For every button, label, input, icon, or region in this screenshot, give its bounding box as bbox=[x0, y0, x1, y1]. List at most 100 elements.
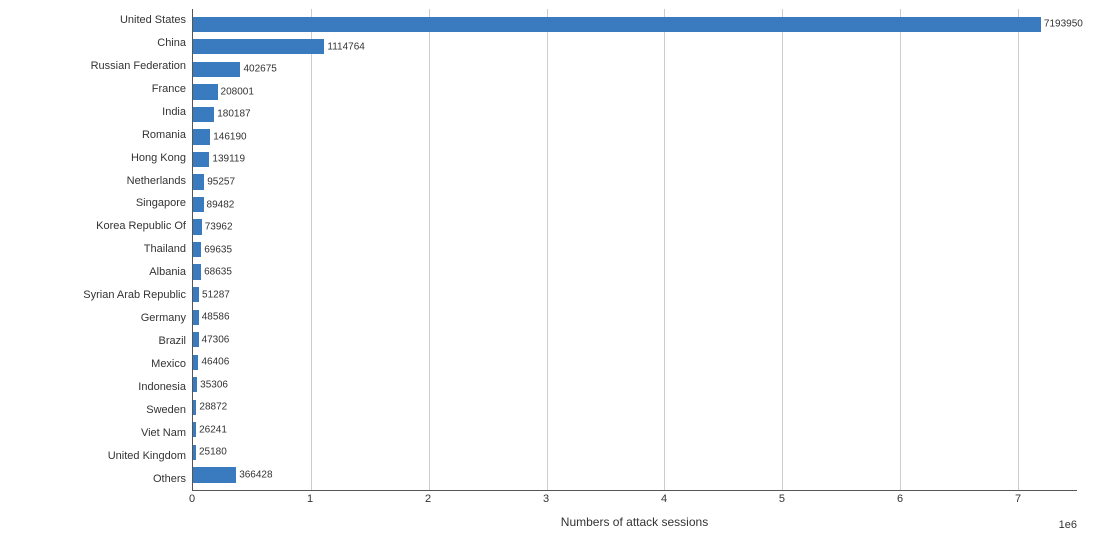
y-label: Viet Nam bbox=[141, 428, 186, 439]
bar: 46406 bbox=[193, 355, 198, 370]
bar-row: 146190 bbox=[193, 126, 1077, 149]
y-label: Mexico bbox=[151, 359, 186, 370]
bar-value-label: 25180 bbox=[199, 447, 227, 458]
x-tick-label: 5 bbox=[779, 493, 785, 505]
bar-row: 26241 bbox=[193, 419, 1077, 442]
bar: 1114764 bbox=[193, 39, 324, 54]
bar-value-label: 51287 bbox=[202, 289, 230, 300]
bar-value-label: 47306 bbox=[202, 334, 230, 345]
bar-row: 402675 bbox=[193, 58, 1077, 81]
bar-value-label: 46406 bbox=[201, 357, 229, 368]
bar-value-label: 402675 bbox=[243, 64, 276, 75]
bar-row: 139119 bbox=[193, 148, 1077, 171]
x-tick-label: 2 bbox=[425, 493, 431, 505]
bar: 146190 bbox=[193, 129, 210, 144]
bar: 139119 bbox=[193, 152, 209, 167]
y-label: Syrian Arab Republic bbox=[83, 290, 186, 301]
bar-value-label: 68635 bbox=[204, 267, 232, 278]
bar: 7193950 bbox=[193, 17, 1041, 32]
y-label: Germany bbox=[141, 313, 186, 324]
bar-value-label: 146190 bbox=[213, 131, 246, 142]
bar: 26241 bbox=[193, 422, 196, 437]
bar: 402675 bbox=[193, 62, 240, 77]
bar: 51287 bbox=[193, 287, 199, 302]
bar-row: 28872 bbox=[193, 396, 1077, 419]
bar: 28872 bbox=[193, 400, 196, 415]
bar-value-label: 28872 bbox=[199, 402, 227, 413]
bar-value-label: 35306 bbox=[200, 379, 228, 390]
bar: 35306 bbox=[193, 377, 197, 392]
x-ticks-container: 012345671e6 bbox=[192, 491, 1077, 513]
bar: 25180 bbox=[193, 445, 196, 460]
y-label: Singapore bbox=[136, 198, 186, 209]
bar: 73962 bbox=[193, 219, 202, 234]
bar-value-label: 7193950 bbox=[1044, 19, 1083, 30]
bar: 95257 bbox=[193, 174, 204, 189]
y-label: Albania bbox=[149, 267, 186, 278]
bar-row: 51287 bbox=[193, 283, 1077, 306]
bar-row: 180187 bbox=[193, 103, 1077, 126]
bar-value-label: 139119 bbox=[212, 154, 245, 165]
bar-value-label: 48586 bbox=[202, 312, 230, 323]
bar-row: 1114764 bbox=[193, 36, 1077, 59]
bar-row: 89482 bbox=[193, 193, 1077, 216]
bar-row: 73962 bbox=[193, 216, 1077, 239]
y-label: Russian Federation bbox=[91, 61, 186, 72]
y-label: Thailand bbox=[144, 244, 186, 255]
x-tick-label: 6 bbox=[897, 493, 903, 505]
y-label: India bbox=[162, 107, 186, 118]
x-axis-label: Numbers of attack sessions bbox=[192, 515, 1077, 529]
bar-value-label: 69635 bbox=[204, 244, 232, 255]
bar-value-label: 95257 bbox=[207, 176, 235, 187]
bar-row: 366428 bbox=[193, 464, 1077, 487]
y-label: Romania bbox=[142, 130, 186, 141]
y-label: France bbox=[152, 84, 186, 95]
y-label: Brazil bbox=[158, 336, 186, 347]
x-bottom-row: 012345671e6 bbox=[17, 491, 1077, 513]
bar-value-label: 73962 bbox=[205, 222, 233, 233]
bar-value-label: 366428 bbox=[239, 469, 272, 480]
bar: 69635 bbox=[193, 242, 201, 257]
x-axis-label-row: Numbers of attack sessions bbox=[17, 515, 1077, 529]
bar: 47306 bbox=[193, 332, 199, 347]
bar-row: 68635 bbox=[193, 261, 1077, 284]
bar-row: 25180 bbox=[193, 441, 1077, 464]
x-tick-label: 0 bbox=[189, 493, 195, 505]
x-exp-label: 1e6 bbox=[1059, 519, 1077, 531]
bar-row: 95257 bbox=[193, 171, 1077, 194]
bar-value-label: 208001 bbox=[221, 86, 254, 97]
x-tick-label: 7 bbox=[1015, 493, 1021, 505]
bar-row: 69635 bbox=[193, 238, 1077, 261]
x-tick-label: 3 bbox=[543, 493, 549, 505]
chart-area: United StatesChinaRussian FederationFran… bbox=[17, 9, 1077, 491]
y-labels: United StatesChinaRussian FederationFran… bbox=[17, 9, 192, 491]
bar: 89482 bbox=[193, 197, 204, 212]
y-label: United Kingdom bbox=[108, 451, 186, 462]
bar: 366428 bbox=[193, 467, 236, 482]
bar-row: 208001 bbox=[193, 81, 1077, 104]
bar-row: 47306 bbox=[193, 328, 1077, 351]
y-label: Netherlands bbox=[127, 176, 186, 187]
bar: 68635 bbox=[193, 264, 201, 279]
bar-value-label: 89482 bbox=[207, 199, 235, 210]
y-label: Others bbox=[153, 474, 186, 485]
y-label: Korea Republic Of bbox=[96, 221, 186, 232]
y-label: Sweden bbox=[146, 405, 186, 416]
bar: 208001 bbox=[193, 84, 218, 99]
bar-row: 7193950 bbox=[193, 13, 1077, 36]
bars-wrapper: 7193950111476440267520800118018714619013… bbox=[193, 9, 1077, 490]
bar-value-label: 1114764 bbox=[327, 41, 364, 52]
bar-row: 48586 bbox=[193, 306, 1077, 329]
bar-value-label: 180187 bbox=[217, 109, 250, 120]
chart-container: United StatesChinaRussian FederationFran… bbox=[17, 9, 1077, 529]
y-label: United States bbox=[120, 15, 186, 26]
bar-row: 35306 bbox=[193, 374, 1077, 397]
x-tick-label: 1 bbox=[307, 493, 313, 505]
bar-row: 46406 bbox=[193, 351, 1077, 374]
bar: 180187 bbox=[193, 107, 214, 122]
bars-section: 7193950111476440267520800118018714619013… bbox=[192, 9, 1077, 491]
bar-value-label: 26241 bbox=[199, 424, 227, 435]
bar: 48586 bbox=[193, 310, 199, 325]
y-label: Indonesia bbox=[138, 382, 186, 393]
x-tick-label: 4 bbox=[661, 493, 667, 505]
